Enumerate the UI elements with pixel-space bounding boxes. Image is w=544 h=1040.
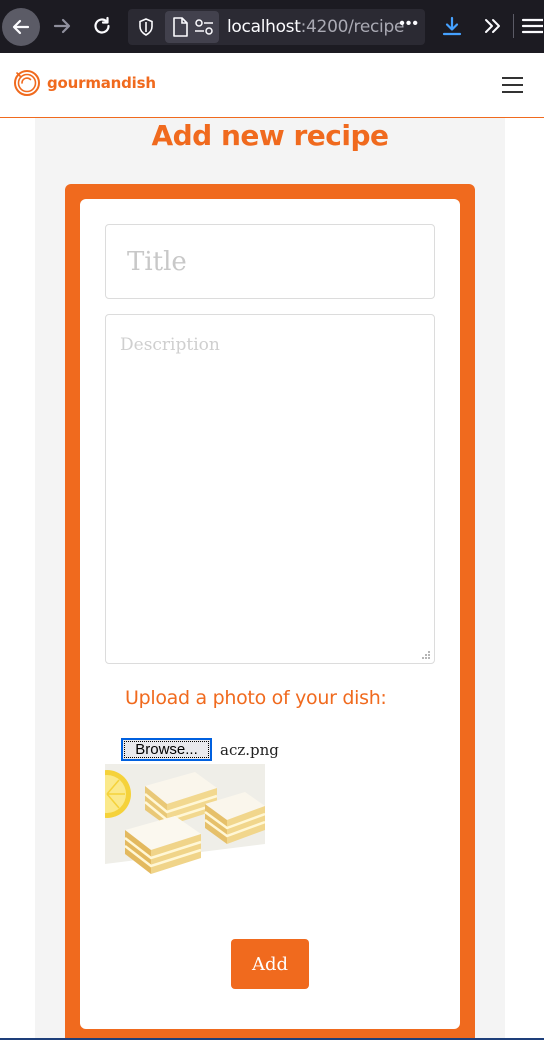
add-recipe-button[interactable]: Add	[231, 939, 309, 989]
url-bar[interactable]: localhost:4200/recipe •••	[128, 9, 425, 45]
dish-photo	[105, 764, 265, 883]
toolbar-separator	[513, 14, 514, 38]
downloads-button[interactable]	[438, 12, 466, 40]
app-menu-button[interactable]	[520, 12, 544, 40]
url-text[interactable]: localhost:4200/recipe	[227, 17, 404, 37]
overflow-menu-button[interactable]	[478, 12, 506, 40]
back-arrow-icon	[12, 19, 30, 35]
forward-button[interactable]	[48, 12, 76, 40]
app-menu-icon	[521, 18, 543, 34]
page-title: Add new recipe	[151, 119, 389, 152]
hamburger-icon	[502, 77, 523, 93]
reload-button[interactable]	[88, 12, 116, 40]
dish-photo-preview	[105, 764, 265, 883]
permissions-icon	[195, 19, 213, 35]
resize-grip-icon[interactable]	[420, 649, 432, 661]
selected-file-name: acz.png	[220, 741, 279, 759]
site-info-button[interactable]	[165, 11, 219, 43]
browser-toolbar: localhost:4200/recipe •••	[0, 0, 544, 53]
brand-name: gourmandish	[47, 74, 156, 92]
hamburger-menu-button[interactable]	[502, 77, 523, 93]
page-icon	[173, 17, 188, 37]
back-button[interactable]	[2, 8, 40, 46]
download-icon	[442, 16, 462, 36]
page-actions-button[interactable]: •••	[399, 15, 419, 33]
reload-icon	[94, 16, 110, 34]
shield-icon[interactable]	[136, 17, 156, 37]
description-input[interactable]	[105, 314, 435, 664]
logo-icon	[14, 70, 40, 96]
forward-arrow-icon	[53, 18, 71, 34]
title-input[interactable]	[105, 224, 435, 299]
overflow-chevron-icon	[485, 19, 500, 33]
app-header: gourmandish	[0, 53, 544, 118]
upload-label: Upload a photo of your dish:	[125, 687, 387, 709]
browse-button[interactable]: Browse...	[121, 738, 212, 761]
brand-logo[interactable]: gourmandish	[13, 69, 156, 97]
